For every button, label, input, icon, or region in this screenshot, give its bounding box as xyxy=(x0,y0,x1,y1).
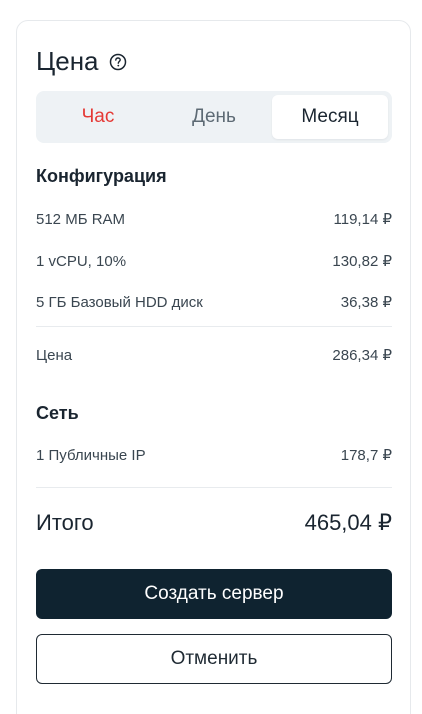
total-label: Итого xyxy=(36,510,94,535)
subtotal-row: Цена 286,34 ₽ xyxy=(36,346,392,365)
tab-day[interactable]: День xyxy=(156,95,272,139)
config-row-cpu: 1 vCPU, 10% 130,82 ₽ xyxy=(36,252,392,271)
network-row-ip: 1 Публичные IP 178,7 ₽ xyxy=(36,446,392,465)
question-circle-icon[interactable] xyxy=(109,53,127,71)
config-value-disk: 36,38 ₽ xyxy=(340,294,392,311)
divider xyxy=(36,326,392,327)
total-value: 465,04 ₽ xyxy=(304,510,392,535)
network-label-ip: 1 Публичные IP xyxy=(36,446,146,464)
configuration-title: Конфигурация xyxy=(36,166,167,186)
price-title: Цена xyxy=(36,46,99,76)
config-row-ram: 512 МБ RAM 119,14 ₽ xyxy=(36,210,392,229)
tab-hour[interactable]: Час xyxy=(40,95,156,139)
config-label-cpu: 1 vCPU, 10% xyxy=(36,252,127,270)
period-tabs: Час День Месяц xyxy=(36,91,392,143)
tab-month[interactable]: Месяц xyxy=(272,95,388,139)
subtotal-value: 286,34 ₽ xyxy=(332,347,392,364)
config-label-disk: 5 ГБ Базовый HDD диск xyxy=(36,293,203,311)
cancel-button[interactable]: Отменить xyxy=(36,634,392,684)
subtotal-label: Цена xyxy=(36,346,73,364)
network-value-ip: 178,7 ₽ xyxy=(340,447,392,464)
config-label-ram: 512 МБ RAM xyxy=(36,210,126,228)
config-value-ram: 119,14 ₽ xyxy=(333,211,392,228)
divider xyxy=(36,487,392,488)
total-row: Итого 465,04 ₽ xyxy=(36,510,392,536)
price-header: Цена xyxy=(36,46,127,77)
create-server-button[interactable]: Создать сервер xyxy=(36,569,392,619)
network-title: Сеть xyxy=(36,403,79,423)
config-value-cpu: 130,82 ₽ xyxy=(332,253,392,270)
config-row-disk: 5 ГБ Базовый HDD диск 36,38 ₽ xyxy=(36,293,392,312)
